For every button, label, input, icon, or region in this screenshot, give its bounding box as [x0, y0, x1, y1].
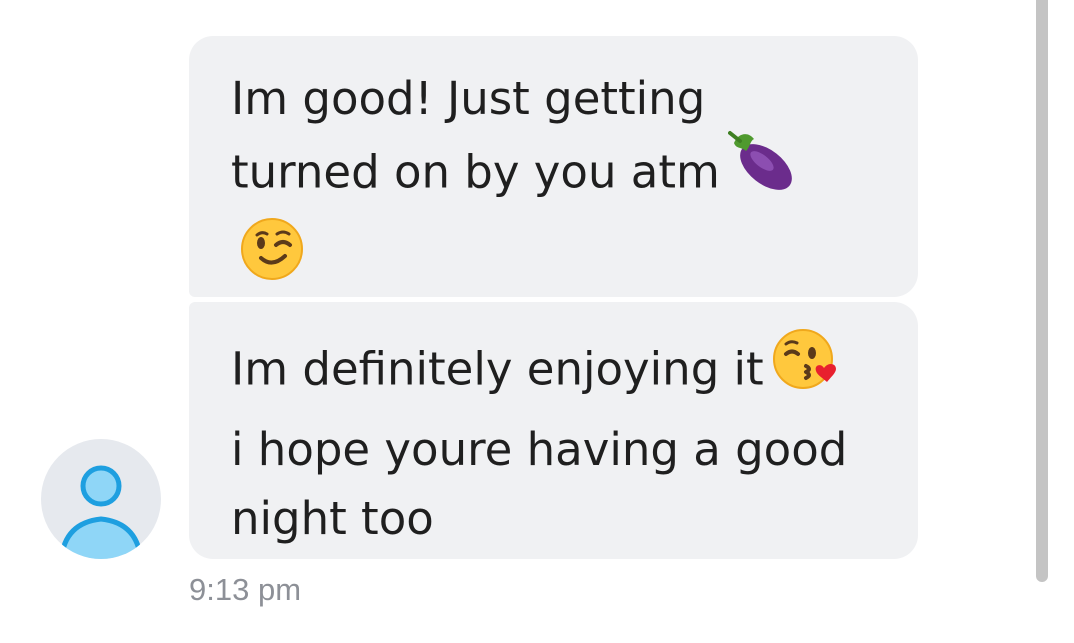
message-text-line: i hope youre having a good: [231, 423, 848, 476]
message-text-line: Im definitely enjoying it: [231, 329, 888, 415]
message-bubble[interactable]: Im definitely enjoying it i hope youre h…: [189, 302, 918, 559]
avatar[interactable]: [41, 439, 161, 559]
face-blowing-kiss-emoji: [772, 326, 838, 411]
winking-face-emoji: [239, 216, 888, 301]
user-icon: [58, 465, 144, 559]
chat-screen: Im good! Just getting turned on by you a…: [0, 0, 1074, 643]
message-text: Im definitely enjoying it: [231, 342, 764, 396]
scrollbar[interactable]: [1036, 0, 1048, 582]
message-timestamp: 9:13 pm: [189, 572, 302, 607]
message-text-line: night too: [231, 492, 434, 545]
eggplant-emoji: [727, 129, 798, 214]
message-text: turned on by you atm: [231, 145, 720, 199]
message-bubble[interactable]: Im good! Just getting turned on by you a…: [189, 36, 918, 297]
message-text-line: turned on by you atm: [231, 131, 888, 218]
message-text-line: Im good! Just getting: [231, 72, 706, 125]
